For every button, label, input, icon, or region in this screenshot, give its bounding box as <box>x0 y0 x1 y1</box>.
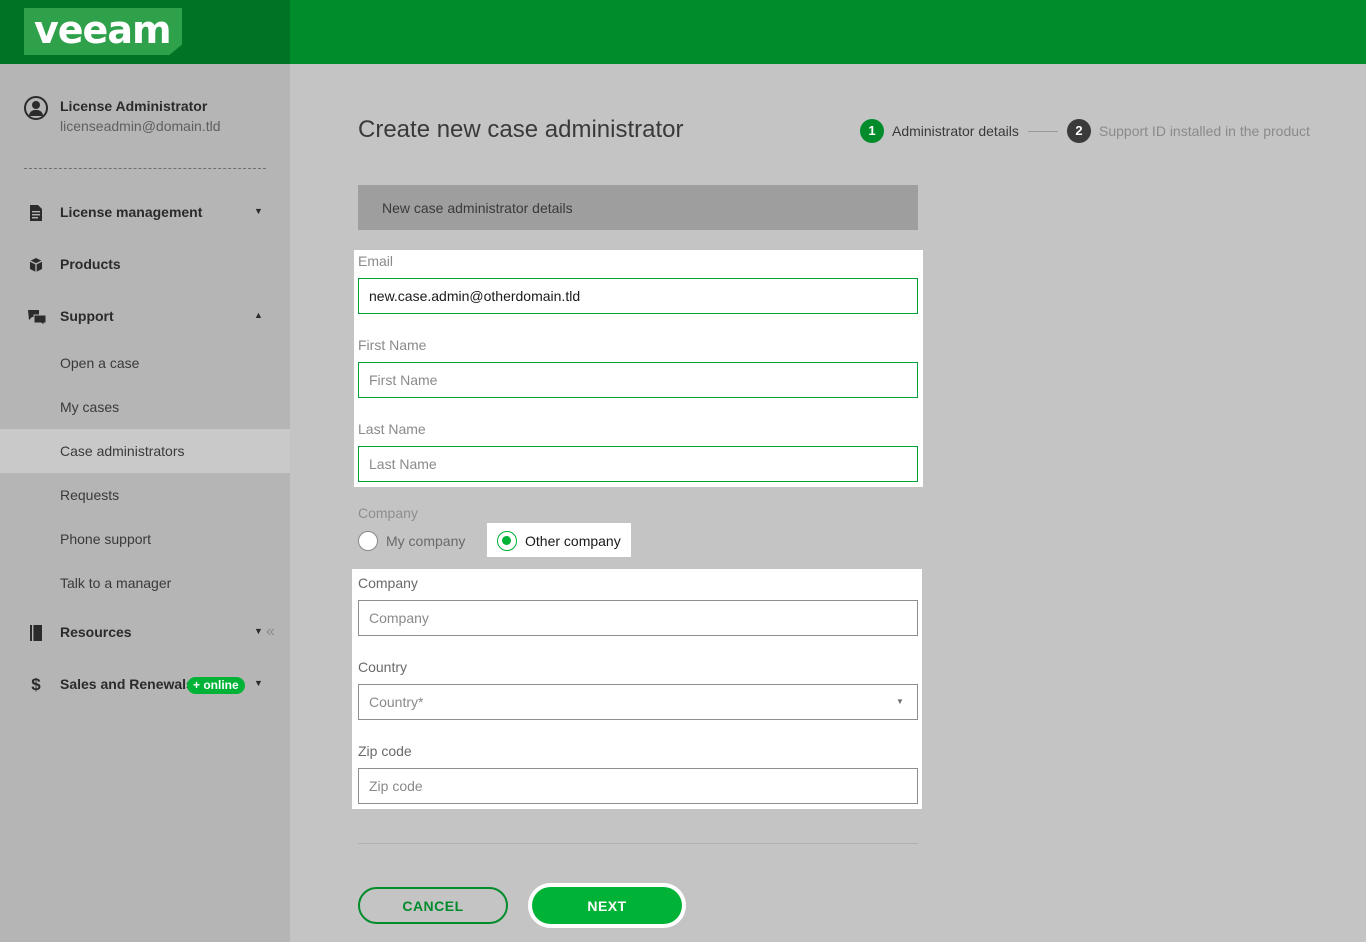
chat-icon <box>28 309 47 326</box>
email-field[interactable] <box>358 278 918 314</box>
document-icon <box>28 205 44 221</box>
online-badge: + online <box>187 677 245 694</box>
other-company-radio[interactable] <box>497 531 517 551</box>
step-2-label: Support ID installed in the product <box>1099 123 1310 139</box>
nav-license-management[interactable]: License management ▼ <box>0 193 290 233</box>
user-avatar-icon <box>24 96 48 120</box>
nav-open-a-case-label: Open a case <box>60 355 140 371</box>
nav-case-administrators[interactable]: Case administrators <box>0 429 290 473</box>
caret-down-icon: ▼ <box>254 678 263 688</box>
nav-open-a-case[interactable]: Open a case <box>0 341 290 385</box>
section-header: New case administrator details <box>358 185 918 230</box>
nav-license-management-label: License management <box>60 204 203 220</box>
company-field[interactable] <box>358 600 918 636</box>
nav-products-label: Products <box>60 256 121 272</box>
first-name-label: First Name <box>358 337 427 353</box>
page-title: Create new case administrator <box>358 116 684 143</box>
nav-support[interactable]: Support ▲ <box>0 297 290 337</box>
country-label: Country <box>358 659 408 675</box>
veeam-logo[interactable]: veeam <box>24 8 182 55</box>
section-header-label: New case administrator details <box>382 200 573 216</box>
step-2-number: 2 <box>1067 119 1091 143</box>
next-button-highlight: NEXT <box>528 883 686 928</box>
nav-my-cases-label: My cases <box>60 399 120 415</box>
caret-down-icon: ▼ <box>254 206 263 216</box>
sidebar-divider <box>24 168 266 169</box>
book-icon <box>28 625 44 641</box>
sidebar: License Administrator licenseadmin@domai… <box>0 64 290 942</box>
nav-talk-to-a-manager[interactable]: Talk to a manager <box>0 561 290 605</box>
nav-requests[interactable]: Requests <box>0 473 290 517</box>
user-email: licenseadmin@domain.tld <box>60 118 221 134</box>
user-name: License Administrator <box>60 98 208 114</box>
nav-phone-support[interactable]: Phone support <box>0 517 290 561</box>
form-divider <box>358 843 918 844</box>
first-name-field[interactable] <box>358 362 918 398</box>
box-icon <box>28 257 44 273</box>
dollar-icon: $ <box>31 675 41 694</box>
nav-resources[interactable]: Resources ▼ « <box>0 613 290 653</box>
step-1-number: 1 <box>860 119 884 143</box>
cancel-button[interactable]: CANCEL <box>358 887 508 924</box>
nav-sales-and-renewals[interactable]: $ Sales and Renewals + online ▼ <box>0 665 290 705</box>
country-select[interactable] <box>358 684 918 720</box>
nav-requests-label: Requests <box>60 487 120 503</box>
zip-code-field[interactable] <box>358 768 918 804</box>
last-name-label: Last Name <box>358 421 426 437</box>
nav-talk-to-a-manager-label: Talk to a manager <box>60 575 172 591</box>
step-1-label: Administrator details <box>892 123 1019 139</box>
logo-area: veeam <box>0 0 290 64</box>
company-label: Company <box>358 575 418 591</box>
last-name-field[interactable] <box>358 446 918 482</box>
chevron-down-icon: ▼ <box>896 697 904 706</box>
caret-down-icon: ▼ <box>254 626 263 636</box>
step-connector <box>1028 131 1058 132</box>
nav-resources-label: Resources <box>60 624 132 640</box>
my-company-label[interactable]: My company <box>386 533 465 549</box>
nav-sales-and-renewals-label: Sales and Renewals <box>60 676 194 692</box>
nav-phone-support-label: Phone support <box>60 531 152 547</box>
caret-up-icon: ▲ <box>254 310 263 320</box>
nav-my-cases[interactable]: My cases <box>0 385 290 429</box>
nav-products[interactable]: Products <box>0 245 290 285</box>
nav-support-label: Support <box>60 308 114 324</box>
nav-case-administrators-label: Case administrators <box>60 443 185 459</box>
company-choice-label: Company <box>358 505 418 521</box>
my-company-radio[interactable] <box>358 531 378 551</box>
other-company-label[interactable]: Other company <box>525 533 621 549</box>
next-button[interactable]: NEXT <box>532 887 682 924</box>
zip-code-label: Zip code <box>358 743 412 759</box>
email-label: Email <box>358 253 394 269</box>
collapse-sidebar-icon[interactable]: « <box>266 623 275 641</box>
